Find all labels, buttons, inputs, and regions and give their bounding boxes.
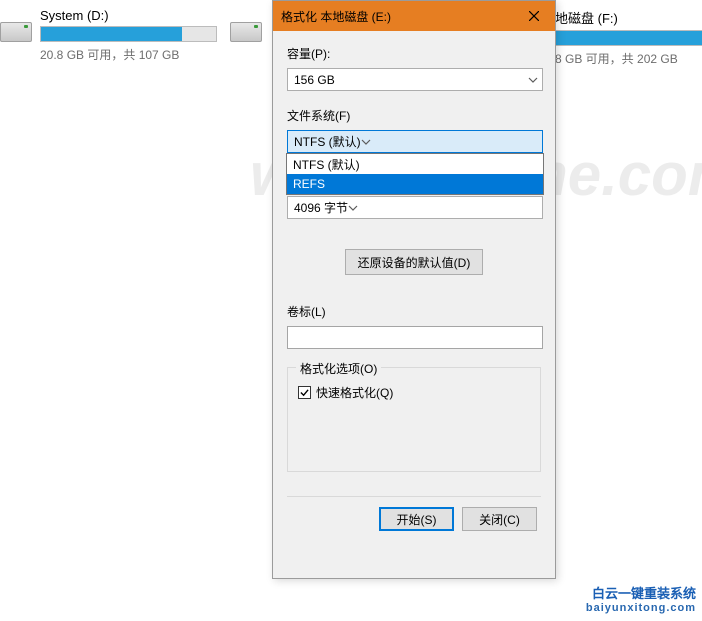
titlebar[interactable]: 格式化 本地磁盘 (E:)	[273, 1, 555, 31]
quick-format-label: 快速格式化(Q)	[316, 384, 393, 401]
filesystem-value: NTFS (默认)	[294, 133, 361, 150]
capacity-label: 容量(P):	[287, 45, 541, 62]
drive-status: 20.8 GB 可用，共 107 GB	[40, 46, 260, 63]
volume-label: 卷标(L)	[287, 303, 541, 320]
filesystem-option-refs[interactable]: REFS	[287, 174, 543, 194]
filesystem-select[interactable]: NTFS (默认)	[287, 130, 543, 153]
quick-format-checkbox[interactable]	[298, 386, 311, 399]
allocation-select[interactable]: 4096 字节	[287, 196, 543, 219]
start-button[interactable]: 开始(S)	[379, 507, 454, 531]
filesystem-dropdown: NTFS (默认) REFS	[286, 153, 544, 195]
capacity-value: 156 GB	[294, 73, 335, 87]
capacity-bar	[40, 26, 217, 42]
capacity-select[interactable]: 156 GB	[287, 68, 543, 91]
close-icon[interactable]	[513, 1, 555, 31]
allocation-value: 4096 字节	[294, 199, 348, 216]
format-options-legend: 格式化选项(O)	[296, 360, 381, 377]
capacity-bar	[555, 30, 702, 46]
dialog-footer: 开始(S) 关闭(C)	[287, 507, 541, 531]
filesystem-label: 文件系统(F)	[287, 107, 541, 124]
hdd-icon	[230, 22, 262, 42]
watermark-baiyun: 白云一键重装系统 baiyunxitong.com	[586, 586, 696, 615]
drive-label: 地磁盘 (F:)	[555, 8, 702, 27]
drive-d[interactable]: System (D:) 20.8 GB 可用，共 107 GB	[40, 8, 260, 63]
chevron-down-icon	[348, 205, 358, 211]
drive-label: System (D:)	[40, 8, 260, 23]
quick-format-row[interactable]: 快速格式化(Q)	[298, 384, 530, 401]
hdd-icon	[0, 22, 32, 42]
format-dialog: 格式化 本地磁盘 (E:) 容量(P): 156 GB 文件系统(F) NTFS…	[272, 0, 556, 579]
format-options-group: 格式化选项(O) 快速格式化(Q)	[287, 367, 541, 472]
chevron-down-icon	[361, 139, 371, 145]
divider	[287, 496, 541, 497]
drive-f[interactable]: 地磁盘 (F:) 8 GB 可用，共 202 GB	[555, 8, 702, 67]
dialog-title: 格式化 本地磁盘 (E:)	[281, 8, 391, 25]
volume-input[interactable]	[287, 326, 543, 349]
close-button[interactable]: 关闭(C)	[462, 507, 537, 531]
filesystem-option-ntfs[interactable]: NTFS (默认)	[287, 154, 543, 174]
restore-defaults-button[interactable]: 还原设备的默认值(D)	[345, 249, 483, 275]
chevron-down-icon	[528, 77, 538, 83]
drive-status: 8 GB 可用，共 202 GB	[555, 50, 702, 67]
